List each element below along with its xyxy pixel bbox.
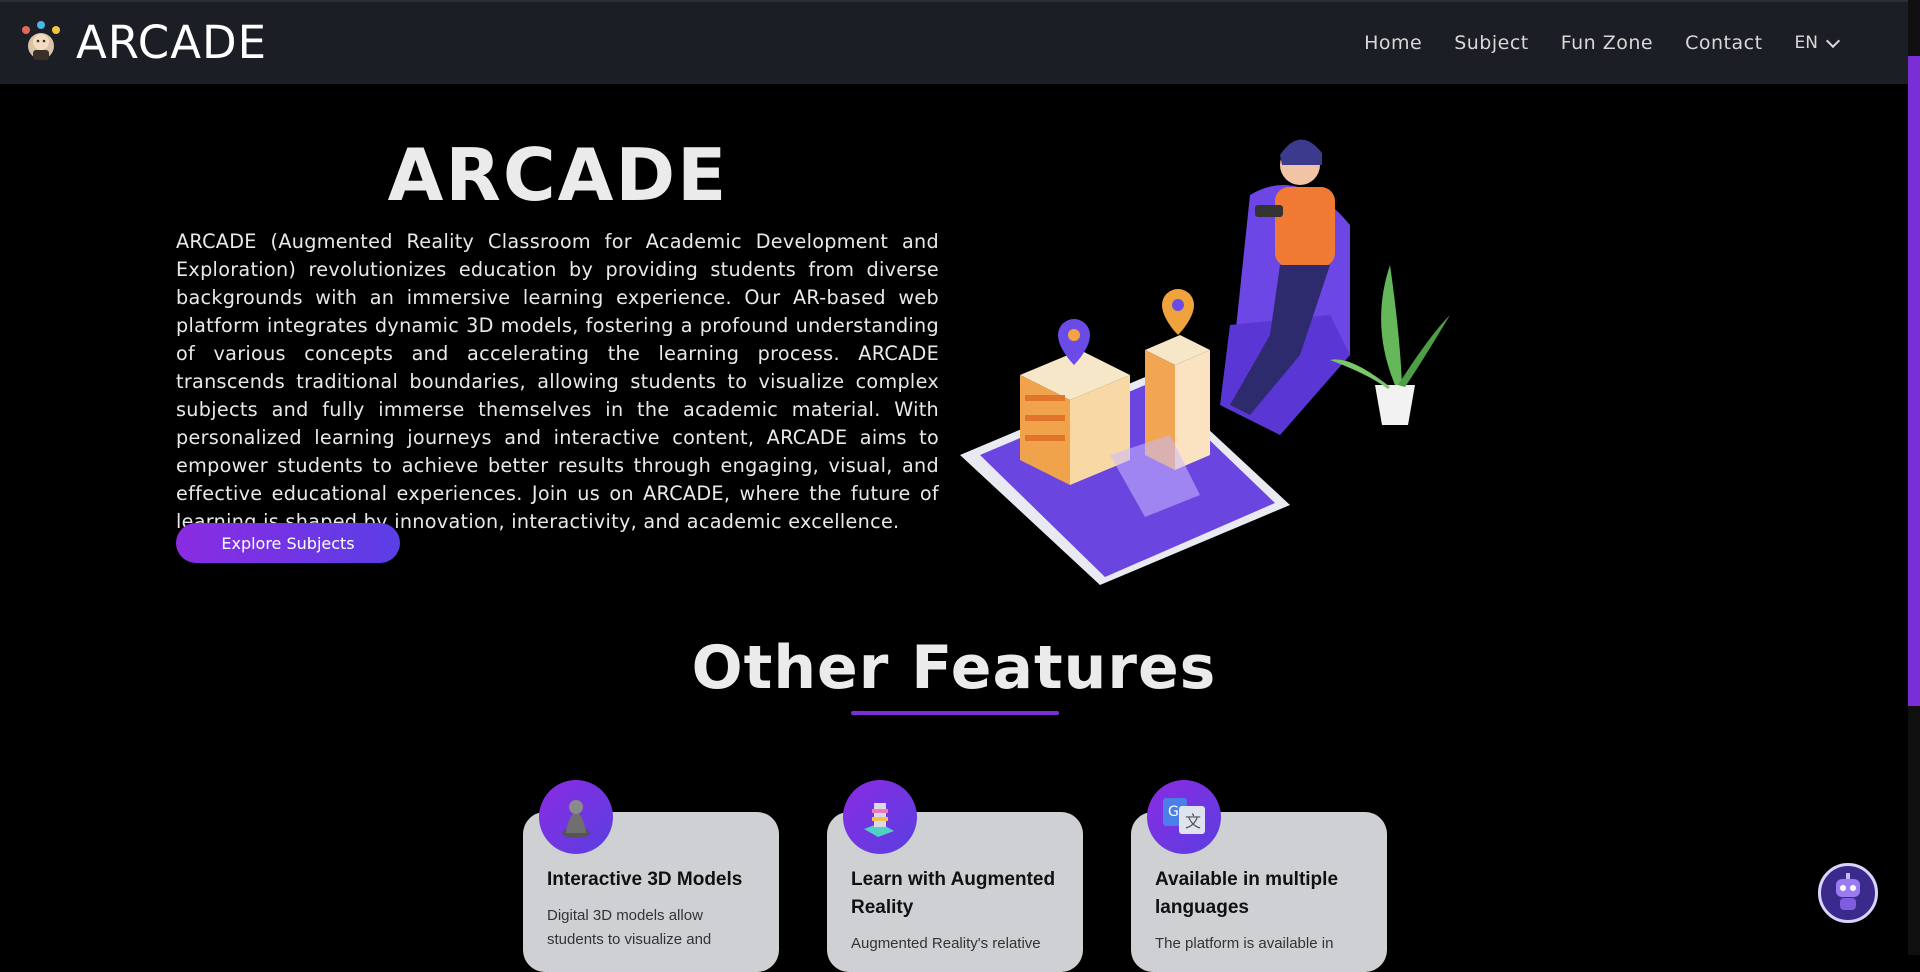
feature-card-text: Digital 3D models allow students to visu… <box>547 907 712 948</box>
explore-subjects-button[interactable]: Explore Subjects <box>176 523 400 563</box>
svg-text:G: G <box>1168 804 1179 820</box>
brand[interactable]: ARCADE <box>18 18 267 68</box>
nav-links: Home Subject Fun Zone Contact EN <box>1332 32 1841 54</box>
translate-icon: G 文 <box>1147 780 1221 854</box>
language-label: EN <box>1794 33 1818 53</box>
scrollbar-thumb[interactable] <box>1908 56 1920 706</box>
feature-card-text: Augmented Reality's relative <box>851 935 1041 952</box>
brand-logo-icon <box>22 21 60 60</box>
navbar: ARCADE Home Subject Fun Zone Contact EN <box>0 0 1908 84</box>
augmented-reality-icon <box>843 780 917 854</box>
language-select[interactable]: EN <box>1794 33 1841 53</box>
hero-illustration <box>960 139 1450 585</box>
scrollbar[interactable] <box>1908 0 1920 955</box>
feature-card-text: The platform is available in <box>1155 935 1334 952</box>
features-underline <box>851 711 1059 715</box>
nav-link-fun-zone[interactable]: Fun Zone <box>1561 32 1653 54</box>
chatbot-button[interactable] <box>1818 863 1878 923</box>
feature-card-title: Available in multiple languages <box>1155 869 1339 918</box>
robot-icon <box>1836 873 1860 910</box>
chevron-down-icon <box>1825 33 1841 48</box>
feature-card-title: Learn with Augmented Reality <box>851 869 1056 918</box>
hero-description: ARCADE (Augmented Reality Classroom for … <box>176 230 939 533</box>
features-title: Other Features <box>691 633 1217 703</box>
brand-name: ARCADE <box>76 16 268 69</box>
hero-title: ARCADE <box>387 133 729 217</box>
svg-text:文: 文 <box>1185 812 1201 831</box>
3d-model-icon <box>539 780 613 854</box>
nav-link-contact[interactable]: Contact <box>1685 32 1762 54</box>
nav-link-home[interactable]: Home <box>1364 32 1422 54</box>
nav-link-subject[interactable]: Subject <box>1454 32 1529 54</box>
feature-card-title: Interactive 3D Models <box>547 869 743 890</box>
